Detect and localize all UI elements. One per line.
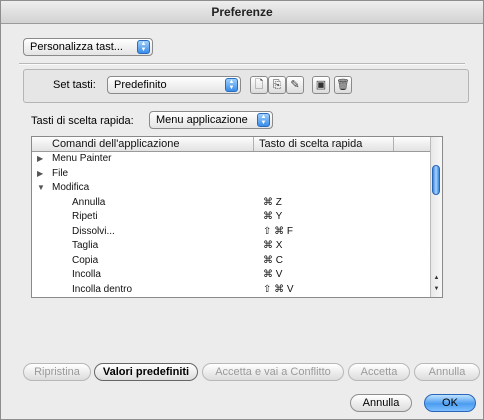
popup-arrows-icon: ▲ ▼ — [257, 113, 270, 127]
command-name: Dissolvi... — [72, 225, 115, 237]
command-name: Modifica — [52, 182, 90, 193]
table-row[interactable]: Incolla ⌘ V — [32, 268, 432, 283]
shortcut-keys: ⇧ ⌘ V — [263, 283, 294, 295]
shortcut-keys: ⌘ Y — [263, 211, 283, 222]
table-row[interactable]: Dissolvi... ⇧ ⌘ F — [32, 225, 432, 240]
disclosure-collapsed-icon[interactable]: ▶ — [37, 167, 43, 182]
accept-button[interactable]: Accetta — [348, 363, 410, 381]
ok-button[interactable]: OK — [424, 394, 476, 412]
shortcut-keys: ⌘ X — [263, 240, 283, 251]
restore-button[interactable]: Ripristina — [23, 363, 91, 381]
table-row[interactable]: Incolla dentro ⇧ ⌘ V — [32, 283, 432, 298]
popup-arrows-icon: ▲ ▼ — [225, 78, 238, 92]
table-row[interactable]: Ripeti ⌘ Y — [32, 210, 432, 225]
divider — [19, 63, 465, 65]
table-row[interactable]: Taglia ⌘ X — [32, 239, 432, 254]
accept-conflict-button[interactable]: Accetta e vai a Conflitto — [202, 363, 344, 381]
command-name: Copia — [72, 254, 99, 266]
action-cancel-button[interactable]: Annulla — [414, 363, 480, 381]
save-set-icon: ▣ — [315, 79, 327, 91]
command-name: Ripeti — [72, 211, 98, 222]
scroll-down-icon[interactable]: ▼ — [432, 285, 441, 294]
vertical-scrollbar[interactable]: ▲ ▼ — [430, 137, 442, 297]
table-header: Comandi dell'applicazione Tasto di scelt… — [32, 137, 432, 152]
command-name: Incolla dentro — [72, 283, 133, 295]
delete-set-button[interactable]: 🗑 — [334, 76, 352, 94]
preferences-window: Preferenze Personalizza tast... ▲ ▼ Set t… — [0, 0, 484, 420]
command-name: Annulla — [72, 196, 106, 208]
disclosure-collapsed-icon[interactable]: ▶ — [37, 152, 43, 167]
new-set-icon: 🗋 — [254, 79, 264, 91]
shortcuts-label: Tasti di scelta rapida: — [31, 115, 134, 127]
shortcut-keys: ⌘ C — [263, 254, 283, 266]
shortcuts-table: Comandi dell'applicazione Tasto di scelt… — [31, 136, 443, 298]
column-header-shortcut[interactable]: Tasto di scelta rapida — [254, 137, 394, 151]
table-row[interactable]: Annulla ⌘ Z — [32, 196, 432, 211]
command-name: File — [52, 167, 69, 179]
save-set-button[interactable]: ▣ — [312, 76, 330, 94]
rename-set-button[interactable]: ✎ — [286, 76, 304, 94]
shortcuts-popup-value: Menu applicazione — [156, 114, 248, 126]
category-popup[interactable]: Personalizza tast... ▲ ▼ — [23, 38, 153, 56]
shortcut-keys: ⌘ V — [263, 269, 283, 280]
disclosure-expanded-icon[interactable]: ▼ — [37, 181, 45, 196]
duplicate-set-icon: ⎘ — [272, 79, 282, 91]
keyset-popup[interactable]: Predefinito ▲ ▼ — [107, 76, 241, 94]
category-popup-value: Personalizza tast... — [30, 41, 123, 53]
command-name: Taglia — [72, 240, 99, 251]
table-row[interactable]: Copia ⌘ C — [32, 254, 432, 269]
column-header-commands[interactable]: Comandi dell'applicazione — [32, 137, 254, 151]
table-row[interactable]: ▼ Modifica — [32, 181, 432, 196]
shortcuts-popup[interactable]: Menu applicazione ▲ ▼ — [149, 111, 273, 129]
table-row[interactable]: ▶ Menu Painter — [32, 152, 432, 167]
defaults-button[interactable]: Valori predefiniti — [94, 363, 198, 381]
shortcut-keys: ⌘ Z — [263, 196, 282, 208]
table-row[interactable]: ▶ File — [32, 167, 432, 182]
keyset-label: Set tasti: — [53, 79, 96, 91]
popup-arrows-icon: ▲ ▼ — [137, 40, 150, 54]
dialog-cancel-button[interactable]: Annulla — [350, 394, 412, 412]
shortcut-keys: ⇧ ⌘ F — [263, 225, 294, 237]
delete-set-icon: 🗑 — [336, 79, 350, 91]
scroll-up-icon[interactable]: ▲ — [432, 274, 441, 283]
scrollbar-thumb[interactable] — [432, 165, 440, 195]
duplicate-set-button[interactable]: ⎘ — [268, 76, 286, 94]
command-name: Menu Painter — [52, 153, 112, 164]
table-body: ▶ Menu Painter ▶ File ▼ Modifica Annulla ⌘ Z Rip… — [32, 152, 432, 297]
window-title: Preferenze — [1, 1, 483, 24]
rename-set-icon: ✎ — [290, 79, 300, 91]
new-set-button[interactable]: 🗋 — [250, 76, 268, 94]
command-name: Incolla — [72, 269, 101, 280]
keyset-popup-value: Predefinito — [114, 79, 167, 91]
